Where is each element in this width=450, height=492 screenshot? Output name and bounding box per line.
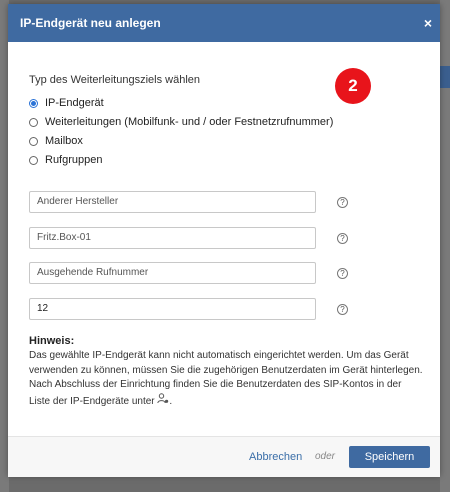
step-badge: 2 [335,68,371,104]
radio-button[interactable] [29,117,38,127]
radio-label: Weiterleitungen (Mobilfunk- und / oder F… [45,116,334,128]
radio-rufgruppen[interactable]: Rufgruppen [29,152,103,168]
manufacturer-field[interactable]: Anderer Hersteller [29,191,316,213]
radio-label: Mailbox [45,135,83,147]
radio-label: IP-Endgerät [45,97,104,109]
hint-body: Das gewählte IP-Endgerät kann nicht auto… [29,350,423,407]
user-settings-icon [157,392,169,410]
background-button [440,66,450,88]
radio-label: Rufgruppen [45,154,103,166]
help-icon[interactable]: ? [337,233,348,244]
radio-mailbox[interactable]: Mailbox [29,133,83,149]
radio-ip-endgeraet[interactable]: IP-Endgerät [29,95,104,111]
outgoing-number-field[interactable]: Ausgehende Rufnummer [29,262,316,284]
save-button[interactable]: Speichern [349,446,430,468]
dialog-title: IP-Endgerät neu anlegen [20,16,161,30]
close-button[interactable]: × [424,4,432,42]
radio-button[interactable] [29,98,38,108]
device-name-field[interactable]: Fritz.Box-01 [29,227,316,249]
help-icon[interactable]: ? [337,304,348,315]
dialog-footer: Abbrechen oder Speichern [8,436,440,477]
radio-button[interactable] [29,155,38,165]
radio-weiterleitungen[interactable]: Weiterleitungen (Mobilfunk- und / oder F… [29,114,333,130]
help-icon[interactable]: ? [337,197,348,208]
hint-end: . [169,395,173,407]
extension-field[interactable]: 12 [29,298,316,320]
cancel-link[interactable]: Abbrechen [249,437,302,477]
dialog-header: IP-Endgerät neu anlegen × [8,4,440,42]
hint-text: Das gewählte IP-Endgerät kann nicht auto… [29,349,424,409]
target-type-label: Typ des Weiterleitungsziels wählen [29,74,200,86]
radio-button[interactable] [29,136,38,146]
or-text: oder [315,451,336,462]
help-icon[interactable]: ? [337,268,348,279]
dialog: IP-Endgerät neu anlegen × Typ des Weiter… [8,4,440,477]
hint-title: Hinweis: [29,335,75,347]
